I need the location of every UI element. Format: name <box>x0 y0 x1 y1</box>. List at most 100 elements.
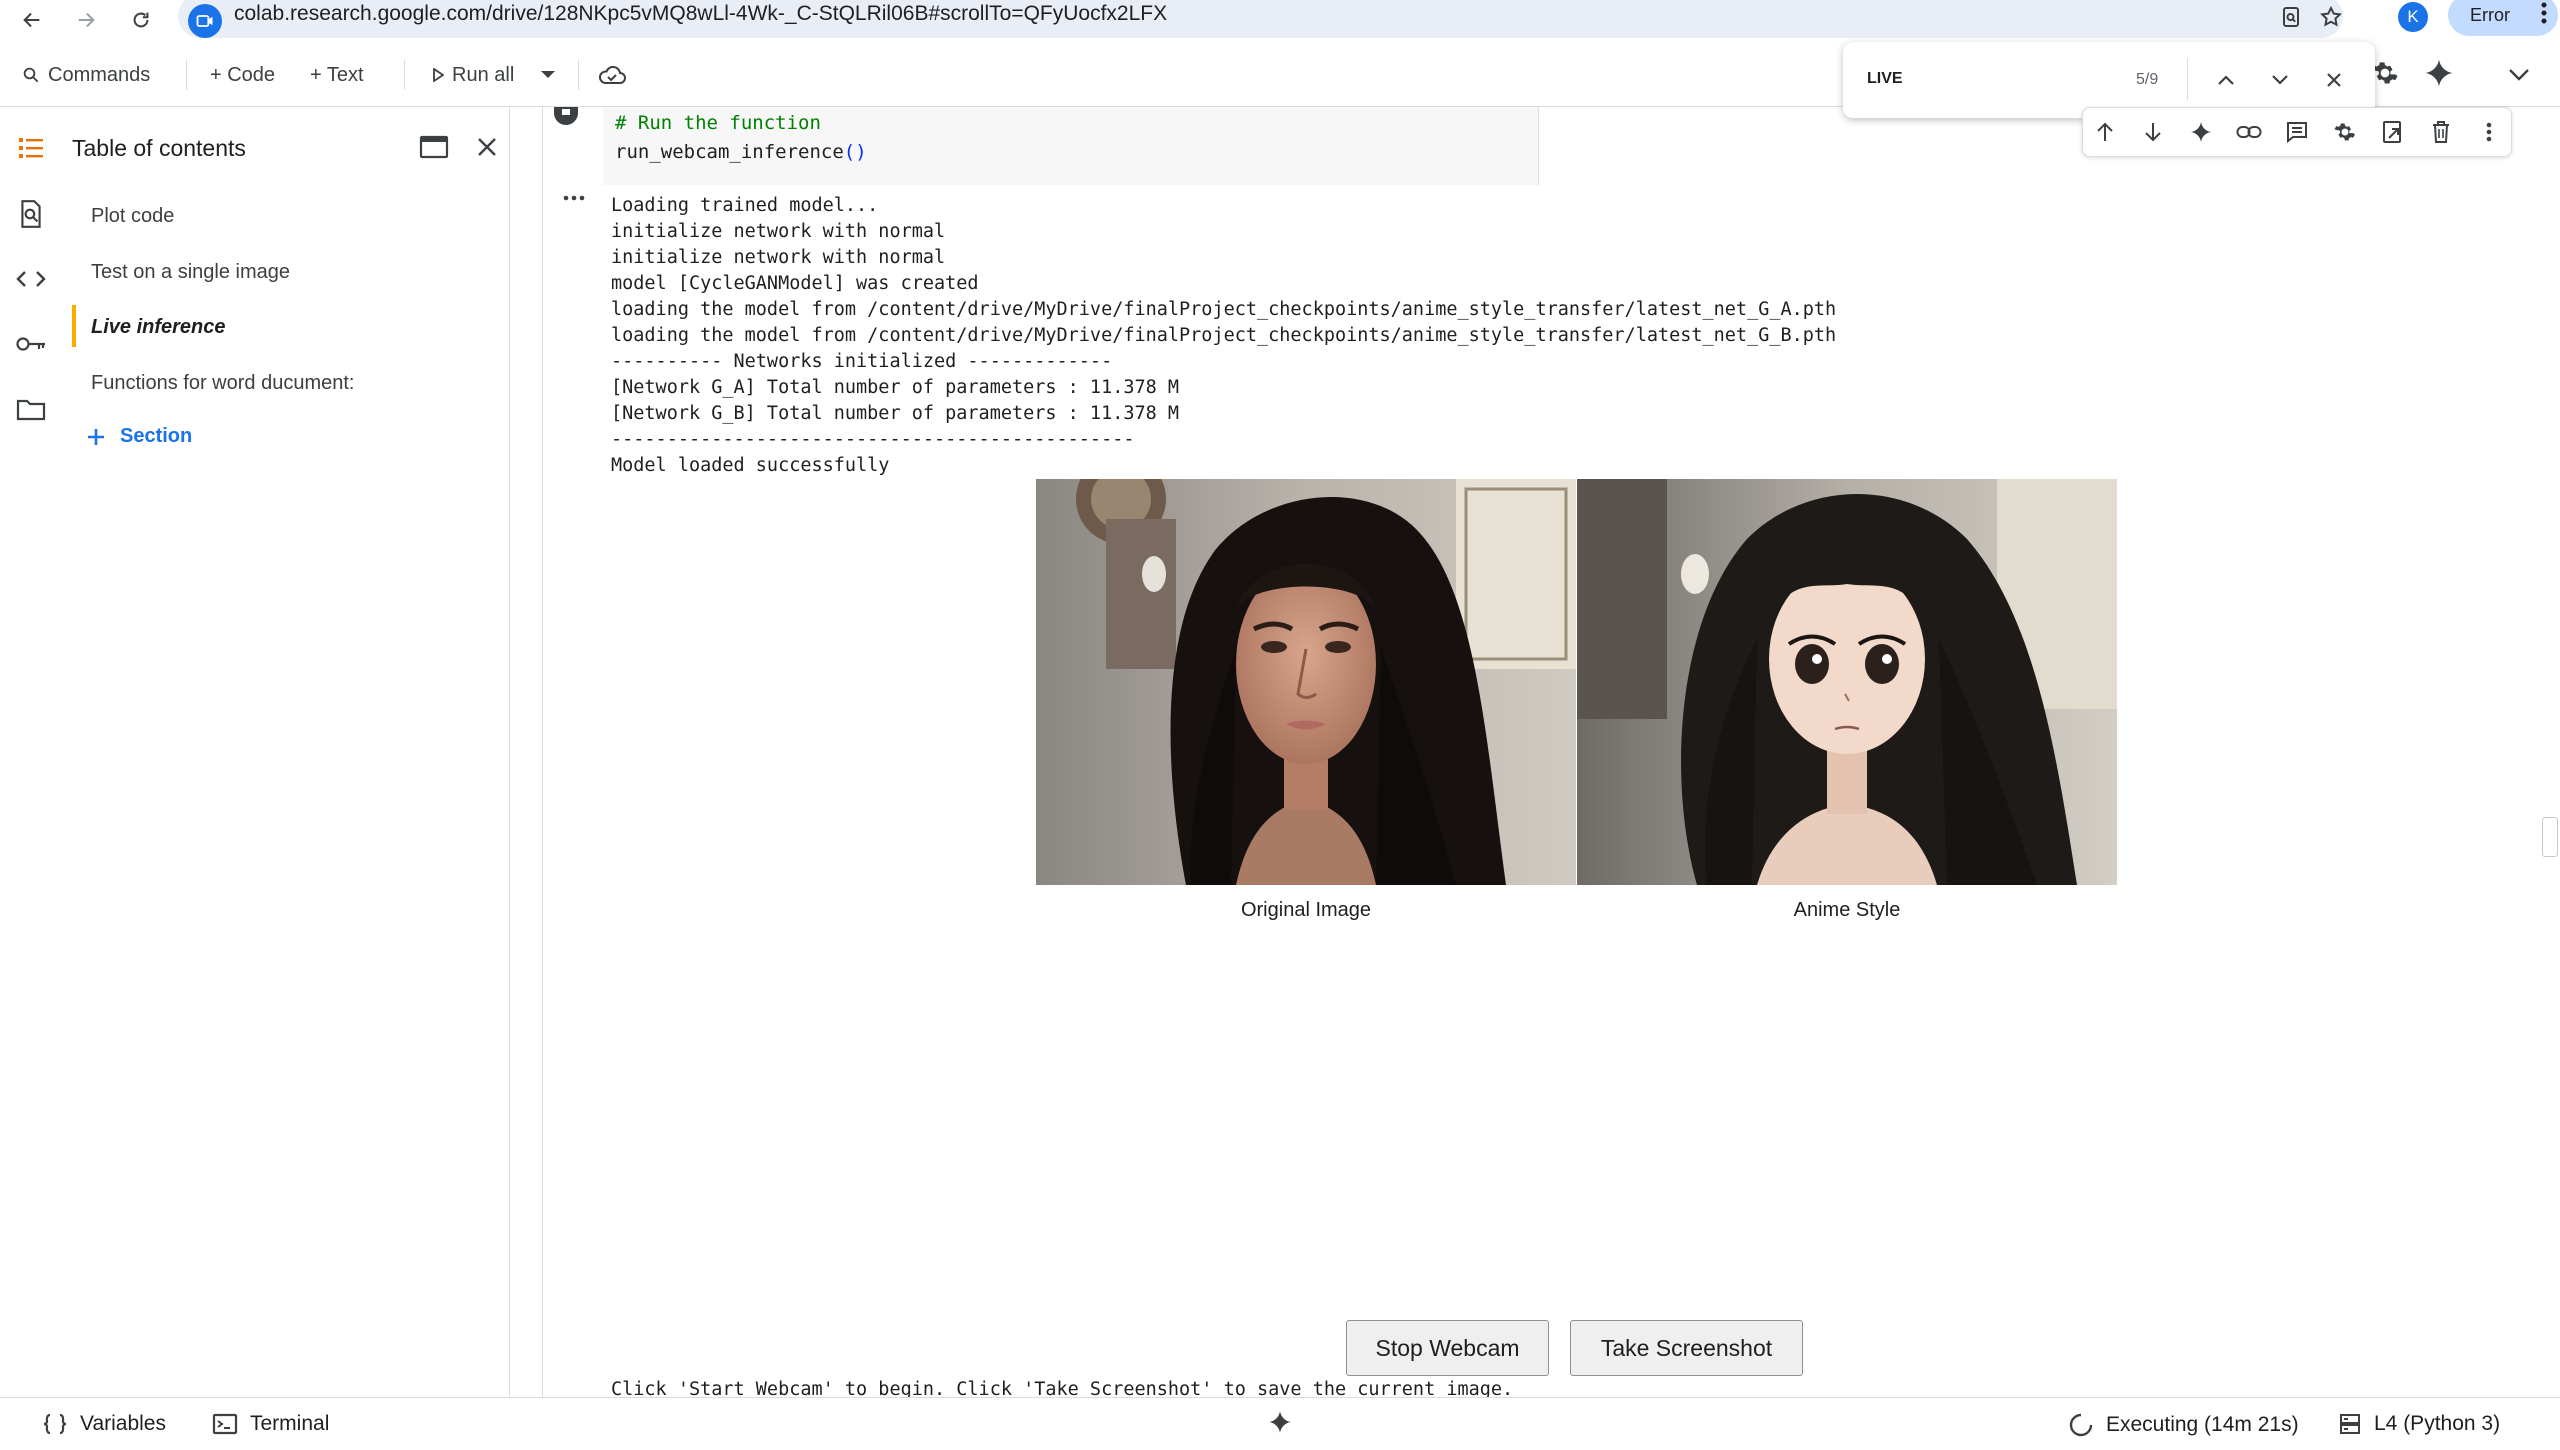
table-of-contents-panel: Table of contents Plot code Test on a si… <box>64 107 510 1397</box>
output-line: initialize network with normal <box>611 247 946 268</box>
add-text-button[interactable]: + Text <box>310 60 364 90</box>
run-all-button[interactable]: Run all <box>432 60 514 90</box>
status-bar: Variables Terminal Executing (14m 21s) L… <box>0 1397 2560 1450</box>
output-line: Model loaded successfully <box>611 455 890 476</box>
code-editor[interactable]: # Run the function run_webcam_inference(… <box>603 107 1539 185</box>
files-folder-icon[interactable] <box>12 390 50 428</box>
add-code-label: + Code <box>210 63 276 86</box>
search-icon <box>23 67 39 83</box>
notebook-scrollbar[interactable] <box>2542 817 2558 857</box>
copy-link-icon[interactable] <box>2233 116 2265 148</box>
commands-button[interactable]: Commands <box>22 60 150 90</box>
back-arrow-icon[interactable] <box>16 4 48 36</box>
output-line: ---------- Networks initialized --------… <box>611 351 1113 372</box>
open-in-tab-icon[interactable] <box>416 129 452 165</box>
move-cell-down-arrow-icon[interactable] <box>2137 116 2169 148</box>
output-line: [Network G_B] Total number of parameters… <box>611 403 1180 424</box>
add-text-label: + Text <box>310 63 364 86</box>
stop-webcam-button[interactable]: Stop Webcam <box>1346 1320 1549 1376</box>
output-line: initialize network with normal <box>611 221 946 242</box>
toc-item-test-single-image[interactable]: Test on a single image <box>91 261 290 284</box>
run-all-dropdown-icon[interactable] <box>540 60 556 90</box>
code-snippets-icon[interactable] <box>12 260 50 298</box>
forward-arrow-icon[interactable] <box>70 4 102 36</box>
url-text[interactable]: colab.research.google.com/drive/128NKpc5… <box>234 2 1167 26</box>
collapse-chevron-icon[interactable] <box>2508 60 2530 90</box>
toolbar-divider <box>186 60 187 90</box>
add-code-button[interactable]: + Code <box>210 60 275 90</box>
code-cell: # Run the function run_webcam_inference(… <box>543 107 2539 185</box>
toc-title: Table of contents <box>72 135 246 161</box>
webcam-instructions-text: Click 'Start Webcam' to begin. Click 'Ta… <box>611 1379 1514 1397</box>
output-line: model [CycleGANModel] was created <box>611 273 979 294</box>
cell-more-options-icon[interactable] <box>2473 116 2505 148</box>
find-previous-chevron-up-icon[interactable] <box>2210 64 2242 96</box>
error-chip[interactable]: Error <box>2448 0 2558 36</box>
cell-toolbar <box>2082 107 2512 157</box>
table-of-contents-icon[interactable] <box>12 129 50 167</box>
variables-button[interactable]: Variables <box>42 1412 166 1436</box>
notebook-area: # Run the function run_webcam_inference(… <box>542 107 2539 1397</box>
toolbar-divider <box>404 60 405 90</box>
cell-settings-gear-icon[interactable] <box>2329 116 2361 148</box>
sidebar-icon-rail <box>0 107 64 1397</box>
reload-icon[interactable] <box>125 4 157 36</box>
add-section-button[interactable]: Section <box>86 425 192 448</box>
site-info-icon[interactable] <box>188 4 222 38</box>
bookmark-star-icon[interactable] <box>2314 0 2348 34</box>
cell-run-stop-icon[interactable] <box>553 107 579 125</box>
toc-item-live-inference[interactable]: Live inference <box>91 316 226 339</box>
toc-item-plot-code[interactable]: Plot code <box>91 205 174 228</box>
cell-gemini-sparkle-icon[interactable] <box>2185 116 2217 148</box>
terminal-icon <box>212 1413 238 1435</box>
move-cell-up-arrow-icon[interactable] <box>2089 116 2121 148</box>
cloud-save-icon[interactable] <box>598 60 626 90</box>
output-actions-icon[interactable] <box>563 195 585 201</box>
output-line: Loading trained model... <box>611 195 879 216</box>
close-panel-icon[interactable] <box>469 129 505 165</box>
mirror-cell-in-tab-icon[interactable] <box>2377 116 2409 148</box>
anime-style-caption: Anime Style <box>1793 899 1901 921</box>
profile-avatar[interactable]: K <box>2398 2 2428 32</box>
gemini-sparkle-icon[interactable] <box>2424 58 2454 88</box>
runtime-status[interactable]: L4 (Python 3) <box>2338 1412 2500 1436</box>
code-comment: # Run the function <box>615 112 821 134</box>
code-parens: () <box>843 141 867 163</box>
variables-label: Variables <box>80 1412 166 1435</box>
find-in-notebook-icon[interactable] <box>12 195 50 233</box>
toc-item-functions-word-document[interactable]: Functions for word ducument: <box>91 372 354 395</box>
anime-style-image <box>1577 479 2117 885</box>
runtime-server-icon <box>2340 1414 2360 1434</box>
find-input[interactable] <box>1867 70 2067 88</box>
runtime-label: L4 (Python 3) <box>2374 1412 2501 1435</box>
toc-active-indicator <box>72 305 76 347</box>
spinner-icon <box>2069 1413 2093 1437</box>
play-icon <box>433 68 444 82</box>
take-screenshot-button[interactable]: Take Screenshot <box>1570 1320 1803 1376</box>
executing-label: Executing (14m 21s) <box>2106 1413 2299 1436</box>
run-all-label: Run all <box>452 63 515 86</box>
more-vertical-icon[interactable] <box>2540 0 2548 26</box>
original-webcam-image <box>1036 479 1576 885</box>
commands-label: Commands <box>48 63 151 86</box>
output-line: ----------------------------------------… <box>611 429 1135 450</box>
add-comment-icon[interactable] <box>2281 116 2313 148</box>
secrets-key-icon[interactable] <box>12 325 50 363</box>
status-gemini-sparkle-icon[interactable] <box>1268 1410 1292 1434</box>
cell-output-log: Loading trained model... initialize netwo… <box>611 193 1836 479</box>
address-bar[interactable]: colab.research.google.com/drive/128NKpc5… <box>178 0 2343 38</box>
find-close-icon[interactable] <box>2318 64 2350 96</box>
error-label: Error <box>2470 4 2510 25</box>
page-search-icon[interactable] <box>2274 0 2308 34</box>
output-line: loading the model from /content/drive/My… <box>611 325 1837 346</box>
toolbar-divider <box>578 60 579 90</box>
delete-cell-trash-icon[interactable] <box>2425 116 2457 148</box>
executing-status[interactable]: Executing (14m 21s) <box>2068 1412 2299 1438</box>
terminal-button[interactable]: Terminal <box>212 1412 329 1436</box>
curly-braces-icon <box>43 1413 67 1435</box>
code-function-name: run_webcam_inference <box>615 141 844 163</box>
output-line: [Network G_A] Total number of parameters… <box>611 377 1180 398</box>
find-next-chevron-down-icon[interactable] <box>2264 64 2296 96</box>
browser-bar: colab.research.google.com/drive/128NKpc5… <box>0 0 2560 40</box>
code-call-line: run_webcam_inference() <box>615 141 867 163</box>
